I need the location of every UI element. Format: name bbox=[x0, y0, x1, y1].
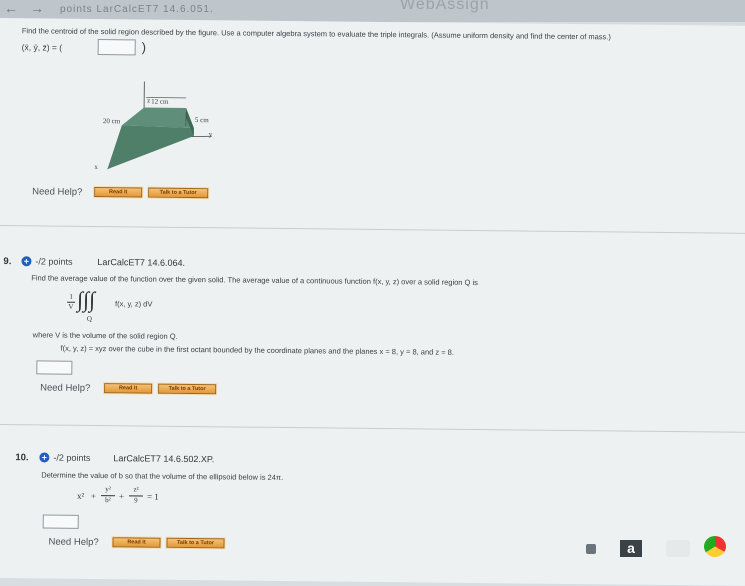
q9-talk-tutor-button[interactable]: Talk to a Tutor bbox=[158, 384, 216, 395]
q10-eq-z-num: z² bbox=[129, 485, 143, 493]
q10-answer-input[interactable] bbox=[43, 514, 79, 528]
q9-answer-input[interactable] bbox=[36, 360, 72, 374]
q9-read-it-button[interactable]: Read It bbox=[104, 383, 152, 394]
q9-number: 9. bbox=[3, 256, 11, 267]
q9-code: LarCalcET7 14.6.064. bbox=[97, 257, 185, 268]
q9-where: where V is the volume of the solid regio… bbox=[33, 330, 178, 341]
q10-eq-rhs: = 1 bbox=[147, 492, 159, 502]
figure-z-label: z bbox=[147, 97, 150, 105]
tray-letter-icon[interactable]: a bbox=[620, 540, 642, 557]
figure-right-label: 5 cm bbox=[195, 116, 209, 124]
q8-answer-label: (x̄, ȳ, z̄) = ( bbox=[22, 42, 62, 52]
q10-points: -/2 points bbox=[53, 453, 90, 463]
q9-expand-icon[interactable]: + bbox=[21, 256, 31, 266]
q10-need-help: Need Help? bbox=[48, 537, 98, 549]
chrome-icon[interactable] bbox=[704, 536, 726, 557]
back-arrow-icon[interactable]: ← bbox=[4, 0, 18, 16]
q10-prompt: Determine the value of b so that the vol… bbox=[41, 470, 283, 482]
q9-frac-num: 1 bbox=[67, 293, 75, 301]
q10-plus-2: + bbox=[119, 491, 124, 501]
q10-eq-y-den: b² bbox=[101, 496, 115, 504]
q10-eq-y-num: y² bbox=[101, 485, 115, 493]
figure-top-label: 12 cm bbox=[151, 98, 168, 106]
header-fragment: points LarCalcET7 14.6.051. bbox=[60, 4, 214, 15]
q9-triple-integral: ∫∫∫ bbox=[77, 287, 95, 313]
separator-9-10 bbox=[0, 424, 745, 433]
q10-expand-icon[interactable]: + bbox=[39, 452, 49, 462]
q9-function-line: f(x, y, z) = xyz over the cube in the fi… bbox=[60, 344, 454, 357]
q8-talk-tutor-button[interactable]: Talk to a Tutor bbox=[148, 188, 208, 199]
q8-answer-close: ) bbox=[142, 39, 147, 54]
solid-front-face bbox=[107, 125, 193, 170]
q10-number: 10. bbox=[15, 452, 28, 463]
q8-read-it-button[interactable]: Read It bbox=[94, 187, 142, 198]
q9-need-help: Need Help? bbox=[40, 382, 90, 394]
figure-left-label: 20 cm bbox=[103, 117, 120, 125]
q9-frac-den: V bbox=[67, 303, 75, 311]
q8-solid-figure bbox=[93, 77, 224, 183]
q10-read-it-button[interactable]: Read It bbox=[112, 537, 160, 548]
q10-talk-tutor-button[interactable]: Talk to a Tutor bbox=[166, 538, 224, 549]
q10-code: LarCalcET7 14.6.502.XP. bbox=[113, 453, 214, 464]
q10-plus-1: + bbox=[91, 491, 96, 501]
q8-need-help: Need Help? bbox=[32, 186, 82, 198]
q9-points: -/2 points bbox=[35, 256, 72, 266]
forward-arrow-icon[interactable]: → bbox=[30, 0, 44, 16]
q9-integrand: f(x, y, z) dV bbox=[115, 299, 152, 308]
q10-eq-z-den: 9 bbox=[129, 496, 143, 504]
figure-x-label: x bbox=[94, 163, 98, 171]
q9-region: Q bbox=[87, 315, 92, 323]
tray-toggle-icon[interactable] bbox=[666, 540, 690, 557]
q10-eq-x: x² bbox=[77, 491, 84, 501]
q9-prompt: Find the average value of the function o… bbox=[31, 273, 478, 287]
separator-8-9 bbox=[0, 225, 745, 234]
q8-answer-input[interactable] bbox=[98, 39, 136, 55]
solid-top-face bbox=[122, 107, 194, 128]
figure-y-label: y bbox=[209, 130, 213, 138]
tray-app-icon[interactable] bbox=[586, 544, 596, 554]
assignment-page: Find the centroid of the solid region de… bbox=[0, 18, 745, 586]
brand-logo-text: WebAssign bbox=[400, 0, 490, 14]
